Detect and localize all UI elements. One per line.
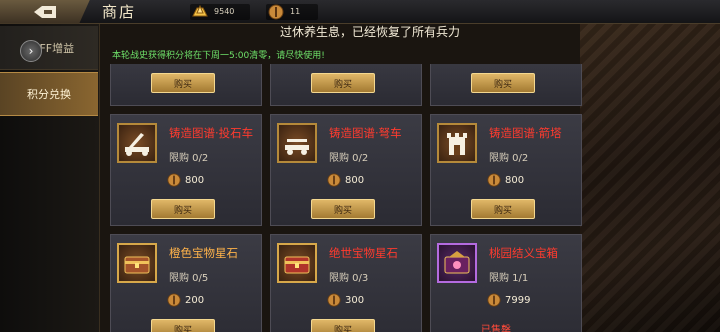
item-card-partial: 购买 [270,64,422,106]
peerless-treasure-star-stone-icon [277,243,317,283]
ballista-blueprint-icon [277,123,317,163]
item-name: 绝世宝物星石 [329,246,398,260]
points-coin-icon [167,293,181,307]
gold-ingot-icon [190,3,210,21]
item-card: 铸造图谱·弩车 限购 0/2 800 购买 [270,114,422,226]
item-price-value: 800 [345,174,365,186]
item-card-partial: 购买 [430,64,582,106]
item-price-value: 200 [185,294,205,306]
item-name: 桃园结义宝箱 [489,246,558,260]
item-price-value: 800 [505,174,525,186]
item-card: 绝世宝物星石 限购 0/3 300 购买 [270,234,422,332]
points-coin-icon [266,3,286,21]
item-price: 300 [327,293,364,307]
back-arrow-icon [34,5,56,18]
item-price: 800 [167,173,204,187]
item-limit: 限购 0/5 [169,273,209,284]
item-card-partial: 购买 [110,64,262,106]
back-button[interactable] [0,0,90,24]
item-price-value: 7999 [505,294,531,306]
background-scenery [580,24,720,332]
points-coin-icon [487,173,501,187]
item-limit: 限购 0/2 [329,153,369,164]
item-price-value: 800 [185,174,205,186]
item-limit: 限购 0/2 [489,153,529,164]
buy-button[interactable]: 购买 [151,199,215,219]
item-price: 800 [327,173,364,187]
sold-out-label: 已售罄 [481,325,511,332]
item-price-value: 300 [345,294,365,306]
tab-points-exchange[interactable]: 积分兑换 [0,72,98,116]
gold-value: 9540 [214,7,235,16]
buy-button[interactable]: 购买 [311,73,375,93]
buy-button[interactable]: 购买 [311,199,375,219]
item-name: 铸造图谱·投石车 [169,126,254,140]
reset-notice: 本轮战史获得积分将在下周一5:00清零，请尽快使用! [112,51,325,61]
sidebar: BUFF增益 积分兑换 [0,24,100,332]
expand-arrow-icon[interactable]: › [20,40,42,62]
tab-points-label: 积分兑换 [27,88,71,101]
buy-button[interactable]: 购买 [151,73,215,93]
item-card: 铸造图谱·箭塔 限购 0/2 800 购买 [430,114,582,226]
gold-resource: 9540 [190,3,251,21]
item-limit: 限购 0/3 [329,273,369,284]
item-price: 7999 [487,293,530,307]
item-grid: 购买 购买 购买 铸造图谱·投石车 限购 0/2 800 购买 铸造图谱·弩车 … [100,64,600,332]
item-name: 铸造图谱·箭塔 [489,126,562,140]
arrow-tower-blueprint-icon [437,123,477,163]
item-card: 桃园结义宝箱 限购 1/1 7999 已售罄 [430,234,582,332]
catapult-blueprint-icon [117,123,157,163]
buy-button[interactable]: 购买 [471,73,535,93]
item-price: 200 [167,293,204,307]
page-title: 商店 [102,3,137,21]
item-price: 800 [487,173,524,187]
item-name: 铸造图谱·弩车 [329,126,402,140]
points-coin-icon [327,173,341,187]
item-limit: 限购 1/1 [489,273,529,284]
points-coin-icon [327,293,341,307]
buy-button[interactable]: 购买 [151,319,215,332]
item-card: 铸造图谱·投石车 限购 0/2 800 购买 [110,114,262,226]
peach-garden-chest-icon [437,243,477,283]
top-bar: 商店 9540 11 [0,0,720,24]
buy-button[interactable]: 购买 [311,319,375,332]
points-resource: 11 [266,3,319,21]
buy-button[interactable]: 购买 [471,199,535,219]
notice-message: 过休养生息，已经恢复了所有兵力 [279,25,460,39]
points-coin-icon [487,293,501,307]
item-name: 橙色宝物星石 [169,246,238,260]
tab-buff[interactable]: BUFF增益 [0,26,98,70]
orange-treasure-star-stone-icon [117,243,157,283]
item-card: 橙色宝物星石 限购 0/5 200 购买 [110,234,262,332]
item-limit: 限购 0/2 [169,153,209,164]
points-value: 11 [290,7,301,16]
points-coin-icon [167,173,181,187]
